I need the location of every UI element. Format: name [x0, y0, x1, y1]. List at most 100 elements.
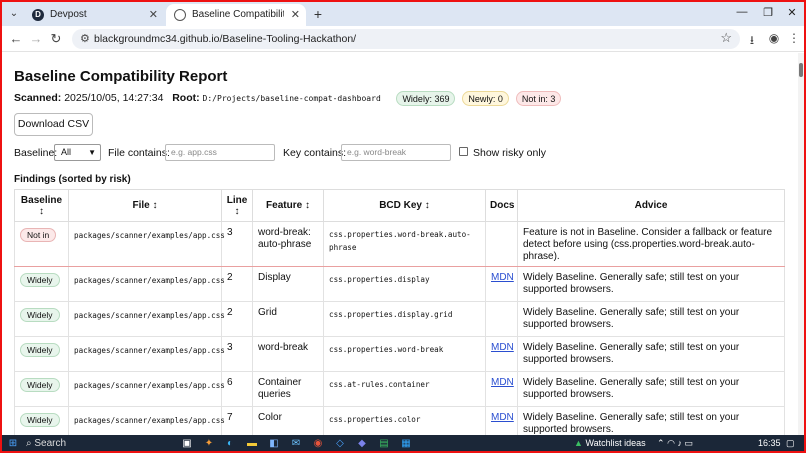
outlook-icon[interactable]: ✉	[289, 437, 303, 451]
baseline-select[interactable]: All ▼	[54, 144, 101, 161]
menu-kebab-icon[interactable]: ⋮	[786, 31, 802, 45]
file-cell: packages/scanner/examples/app.css	[68, 336, 225, 372]
root-value: D:/Projects/baseline-compat-dashboard	[202, 94, 381, 103]
notin-count-badge: Not in: 3	[515, 90, 562, 106]
windows-start-icon[interactable]: ⊞	[6, 437, 20, 451]
notification-icon[interactable]: ▢	[786, 438, 795, 449]
bcd-key-cell: css.properties.display.grid	[323, 301, 486, 337]
search-icon: ⌕	[26, 438, 32, 449]
excel-icon[interactable]: ▤	[377, 437, 391, 451]
forward-arrow-icon[interactable]: →	[28, 31, 44, 47]
col-header-baseline[interactable]: Baseline ↕	[14, 189, 69, 222]
advice-cell: Widely Baseline. Generally safe; still t…	[517, 301, 785, 337]
key-filter-input[interactable]: e.g. word-break	[341, 144, 451, 161]
scrollbar-thumb[interactable]	[799, 63, 803, 77]
page-scrollbar[interactable]	[798, 53, 804, 435]
store-icon[interactable]: ◧	[267, 437, 281, 451]
feature-cell: Grid	[252, 301, 324, 337]
watchlist-widget[interactable]: ▲ Watchlist ideas	[574, 438, 646, 448]
advice-cell: Widely Baseline. Generally safe; still t…	[517, 266, 785, 302]
reload-icon[interactable]: ↻	[48, 31, 64, 47]
mdn-link[interactable]: MDN	[491, 377, 514, 388]
file-cell: packages/scanner/examples/app.css	[68, 301, 225, 337]
scanned-value: 2025/10/05, 14:27:34	[64, 92, 164, 104]
edge-icon[interactable]: ◐	[223, 437, 237, 451]
docs-cell: MDN	[485, 371, 518, 407]
system-tray-icons[interactable]: ⌃ ◠ ♪ ▭	[657, 438, 693, 449]
bcd-key-cell: css.properties.display	[323, 266, 486, 302]
taskbar-search[interactable]: ⌕ Search	[26, 436, 146, 451]
address-bar[interactable]: ⚙ blackgroundmc34.github.io/Baseline-Too…	[72, 29, 740, 49]
tab-search-icon[interactable]: ⌄	[6, 6, 22, 22]
bcd-key-cell: css.at-rules.container	[323, 371, 486, 407]
widely-count-badge: Widely: 369	[396, 90, 456, 106]
vscode-icon[interactable]: ◇	[333, 437, 347, 451]
minimize-icon[interactable]: —	[734, 6, 750, 18]
docs-cell	[485, 301, 518, 337]
volume-icon: ♪	[677, 438, 682, 448]
mdn-link[interactable]: MDN	[491, 342, 514, 353]
tab-title: Devpost	[50, 9, 87, 20]
mdn-link[interactable]: MDN	[491, 412, 514, 423]
back-arrow-icon[interactable]: ←	[8, 31, 24, 47]
docs-cell: MDN	[485, 266, 518, 302]
tab-baseline-report[interactable]: Baseline Compatibility Report ✕	[166, 4, 306, 26]
col-header-feature[interactable]: Feature ↕	[252, 189, 324, 222]
baseline-status-badge: Widely	[20, 308, 60, 322]
table-row: Widely packages/scanner/examples/app.css…	[14, 301, 785, 337]
risky-only-label: Show risky only	[473, 147, 546, 159]
tab-devpost[interactable]: D Devpost ✕	[24, 4, 164, 26]
chrome-icon[interactable]: ◉	[311, 437, 325, 451]
line-cell: 2	[221, 301, 253, 337]
copilot-icon[interactable]: ✦	[202, 437, 216, 451]
bookmark-star-icon[interactable]: ☆	[720, 30, 732, 46]
docs-cell: MDN	[485, 406, 518, 435]
file-cell: packages/scanner/examples/app.css	[68, 266, 225, 302]
col-header-line[interactable]: Line ↕	[221, 189, 253, 222]
advice-cell: Widely Baseline. Generally safe; still t…	[517, 336, 785, 372]
sort-icon: ↕	[234, 205, 240, 217]
advice-cell: Feature is not in Baseline. Consider a f…	[517, 221, 785, 267]
feature-cell: Display	[252, 266, 324, 302]
photoshop-icon[interactable]: ▦	[399, 437, 413, 451]
findings-title: Findings (sorted by risk)	[14, 174, 131, 185]
teams-icon[interactable]: ◆	[355, 437, 369, 451]
profile-icon[interactable]: ◉	[766, 31, 782, 45]
findings-table: Baseline ↕ File ↕ Line ↕ Feature ↕ BCD Key…	[14, 189, 785, 435]
file-filter-input[interactable]: e.g. app.css	[165, 144, 275, 161]
advice-cell: Widely Baseline. Generally safe; still t…	[517, 406, 785, 435]
col-header-key[interactable]: BCD Key ↕	[323, 189, 486, 222]
clock[interactable]: 16:35	[758, 438, 781, 448]
scan-meta: Scanned: 2025/10/05, 14:27:34 Root: D:/P…	[14, 90, 562, 106]
restore-icon[interactable]: ❐	[760, 6, 776, 19]
bcd-key-cell: css.properties.word-break.auto-phrase	[323, 221, 486, 267]
file-cell: packages/scanner/examples/app.css	[68, 371, 225, 407]
docs-cell	[485, 221, 518, 267]
close-window-icon[interactable]: ✕	[784, 6, 800, 19]
sort-icon: ↕	[424, 200, 430, 211]
sort-icon: ↕	[152, 200, 158, 211]
page-title: Baseline Compatibility Report	[14, 68, 228, 85]
close-tab-icon[interactable]: ✕	[149, 4, 158, 26]
baseline-status-badge: Widely	[20, 343, 60, 357]
site-info-icon[interactable]: ⚙	[80, 32, 90, 45]
tab-title: Baseline Compatibility Report	[192, 9, 284, 20]
feature-cell: word-break: auto-phrase	[252, 221, 324, 267]
new-tab-button[interactable]: +	[309, 5, 327, 23]
col-header-advice: Advice	[517, 189, 785, 222]
table-row: Widely packages/scanner/examples/app.css…	[14, 336, 785, 372]
download-csv-button[interactable]: Download CSV	[14, 113, 93, 136]
task-view-icon[interactable]: ▣	[180, 437, 194, 451]
close-tab-icon[interactable]: ✕	[291, 4, 300, 26]
baseline-status-badge: Widely	[20, 413, 60, 427]
download-icon[interactable]: ⭳	[744, 31, 760, 52]
baseline-select-value: All	[61, 147, 72, 157]
line-cell: 2	[221, 266, 253, 302]
mdn-link[interactable]: MDN	[491, 272, 514, 283]
file-explorer-icon[interactable]: ▬	[245, 437, 259, 451]
table-header-row: Baseline ↕ File ↕ Line ↕ Feature ↕ BCD Key…	[14, 189, 785, 222]
risky-only-checkbox[interactable]	[459, 147, 468, 156]
screen-frame: ⌄ D Devpost ✕ Baseline Compatibility Rep…	[0, 0, 806, 453]
tab-strip: ⌄ D Devpost ✕ Baseline Compatibility Rep…	[2, 2, 804, 26]
col-header-file[interactable]: File ↕	[68, 189, 222, 222]
